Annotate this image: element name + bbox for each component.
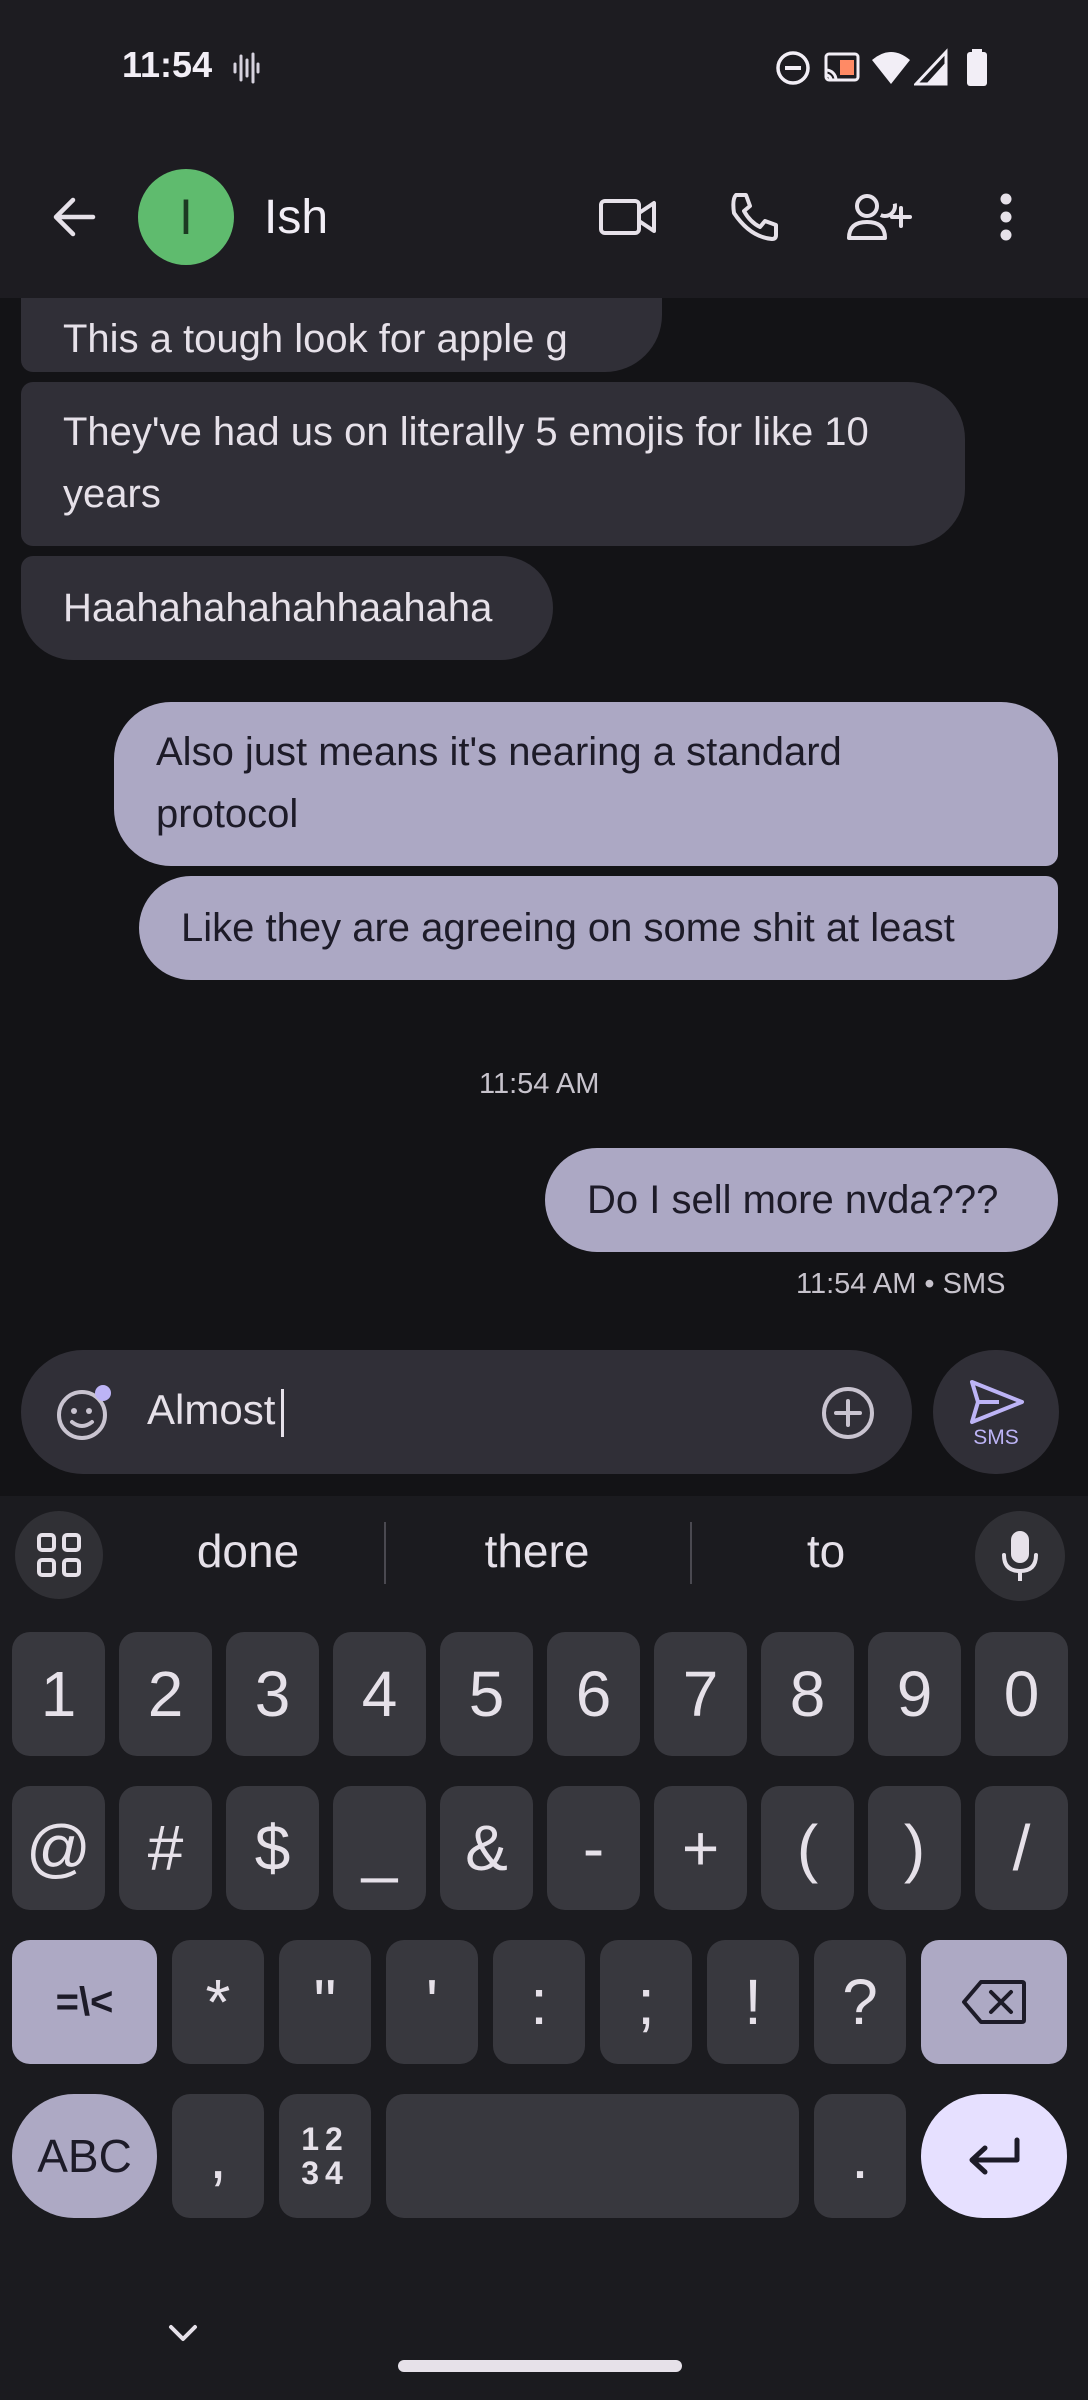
suggestion-divider: [384, 1522, 386, 1584]
incoming-message[interactable]: Haahahahahahhaahaha: [21, 556, 553, 660]
key-ampersand[interactable]: &: [440, 1786, 533, 1910]
more-symbols-key[interactable]: =\<: [12, 1940, 157, 2064]
key-underscore[interactable]: _: [333, 1786, 426, 1910]
avatar[interactable]: I: [138, 169, 234, 265]
key-5[interactable]: 5: [440, 1632, 533, 1756]
key-plus[interactable]: +: [654, 1786, 747, 1910]
more-options-button[interactable]: [966, 177, 1046, 257]
key-question[interactable]: ?: [814, 1940, 906, 2064]
phone-icon: [731, 193, 778, 241]
keyboard-menu-button[interactable]: [15, 1511, 103, 1599]
chevron-down-icon: [169, 2325, 197, 2341]
key-8[interactable]: 8: [761, 1632, 854, 1756]
key-semicolon[interactable]: ;: [600, 1940, 692, 2064]
abc-key[interactable]: ABC: [12, 2094, 157, 2218]
add-person-button[interactable]: [840, 177, 920, 257]
back-button[interactable]: [34, 177, 114, 257]
enter-icon: [969, 2137, 1020, 2175]
key-open-paren[interactable]: (: [761, 1786, 854, 1910]
space-key[interactable]: [386, 2094, 799, 2218]
key-at[interactable]: @: [12, 1786, 105, 1910]
key-comma[interactable]: ,: [172, 2094, 264, 2218]
suggestion-1[interactable]: done: [138, 1524, 358, 1578]
key-0[interactable]: 0: [975, 1632, 1068, 1756]
more-vert-icon: [1000, 193, 1012, 241]
enter-key[interactable]: [921, 2094, 1067, 2218]
home-gesture-handle[interactable]: [398, 2360, 682, 2372]
suggestion-divider: [690, 1522, 692, 1584]
key-minus[interactable]: -: [547, 1786, 640, 1910]
wifi-icon: [872, 52, 910, 84]
send-mode-label: SMS: [973, 1426, 1019, 1449]
suggestion-3[interactable]: to: [716, 1524, 936, 1578]
emoji-button[interactable]: [55, 1384, 113, 1442]
status-bar: 11:54: [0, 0, 1088, 140]
conversation-header: I Ish: [0, 140, 1088, 298]
outgoing-message[interactable]: Like they are agreeing on some shit at l…: [139, 876, 1058, 980]
key-9[interactable]: 9: [868, 1632, 961, 1756]
contact-name[interactable]: Ish: [264, 190, 328, 245]
battery-icon: [967, 49, 987, 86]
text-cursor: [281, 1388, 285, 1437]
key-1[interactable]: 1: [12, 1632, 105, 1756]
key-2[interactable]: 2: [119, 1632, 212, 1756]
key-6[interactable]: 6: [547, 1632, 640, 1756]
send-icon: [970, 1380, 1024, 1424]
signal-icon: [914, 48, 948, 86]
voice-input-button[interactable]: [975, 1511, 1065, 1601]
video-call-icon: [599, 199, 656, 235]
call-button[interactable]: [714, 177, 794, 257]
grid-icon: [37, 1533, 81, 1577]
do-not-disturb-icon: [776, 51, 810, 85]
add-person-icon: [847, 194, 912, 240]
key-double-quote[interactable]: ": [279, 1940, 371, 2064]
incoming-message[interactable]: This a tough look for apple g: [21, 298, 662, 372]
key-dollar[interactable]: $: [226, 1786, 319, 1910]
back-icon: [53, 197, 96, 237]
incoming-message[interactable]: They've had us on literally 5 emojis for…: [21, 382, 965, 546]
send-button[interactable]: SMS: [933, 1350, 1059, 1474]
numpad-key[interactable]: 12 34: [279, 2094, 371, 2218]
attach-button[interactable]: [821, 1386, 875, 1440]
outgoing-message[interactable]: Do I sell more nvda???: [545, 1148, 1058, 1252]
add-circle-icon: [822, 1387, 874, 1439]
message-list[interactable]: This a tough look for apple g They've ha…: [0, 298, 1088, 1496]
keyboard: done there to 1 2 3 4 5 6 7 8 9 0 @ # $ …: [0, 1496, 1088, 2400]
key-single-quote[interactable]: ': [386, 1940, 478, 2064]
backspace-key[interactable]: [921, 1940, 1067, 2064]
compose-bar[interactable]: Almost: [21, 1350, 912, 1474]
sound-wave-icon: [233, 52, 260, 84]
outgoing-message[interactable]: Also just means it's nearing a standard …: [114, 702, 1058, 866]
key-7[interactable]: 7: [654, 1632, 747, 1756]
key-asterisk[interactable]: *: [172, 1940, 264, 2064]
key-exclamation[interactable]: !: [707, 1940, 799, 2064]
key-4[interactable]: 4: [333, 1632, 426, 1756]
key-colon[interactable]: :: [493, 1940, 585, 2064]
hide-keyboard-button[interactable]: [148, 2308, 218, 2358]
key-close-paren[interactable]: ): [868, 1786, 961, 1910]
message-status: 11:54 AM • SMS: [796, 1268, 1006, 1300]
video-call-button[interactable]: [588, 177, 668, 257]
backspace-icon: [962, 1980, 1026, 2024]
status-time: 11:54: [122, 44, 213, 85]
cast-icon: [824, 52, 860, 82]
key-period[interactable]: .: [814, 2094, 906, 2218]
mic-icon: [1002, 1531, 1038, 1581]
key-slash[interactable]: /: [975, 1786, 1068, 1910]
time-divider: 11:54 AM: [479, 1068, 600, 1100]
suggestion-2[interactable]: there: [427, 1524, 647, 1578]
message-input[interactable]: Almost: [147, 1386, 285, 1437]
key-hash[interactable]: #: [119, 1786, 212, 1910]
key-3[interactable]: 3: [226, 1632, 319, 1756]
emoji-icon: [57, 1385, 111, 1440]
